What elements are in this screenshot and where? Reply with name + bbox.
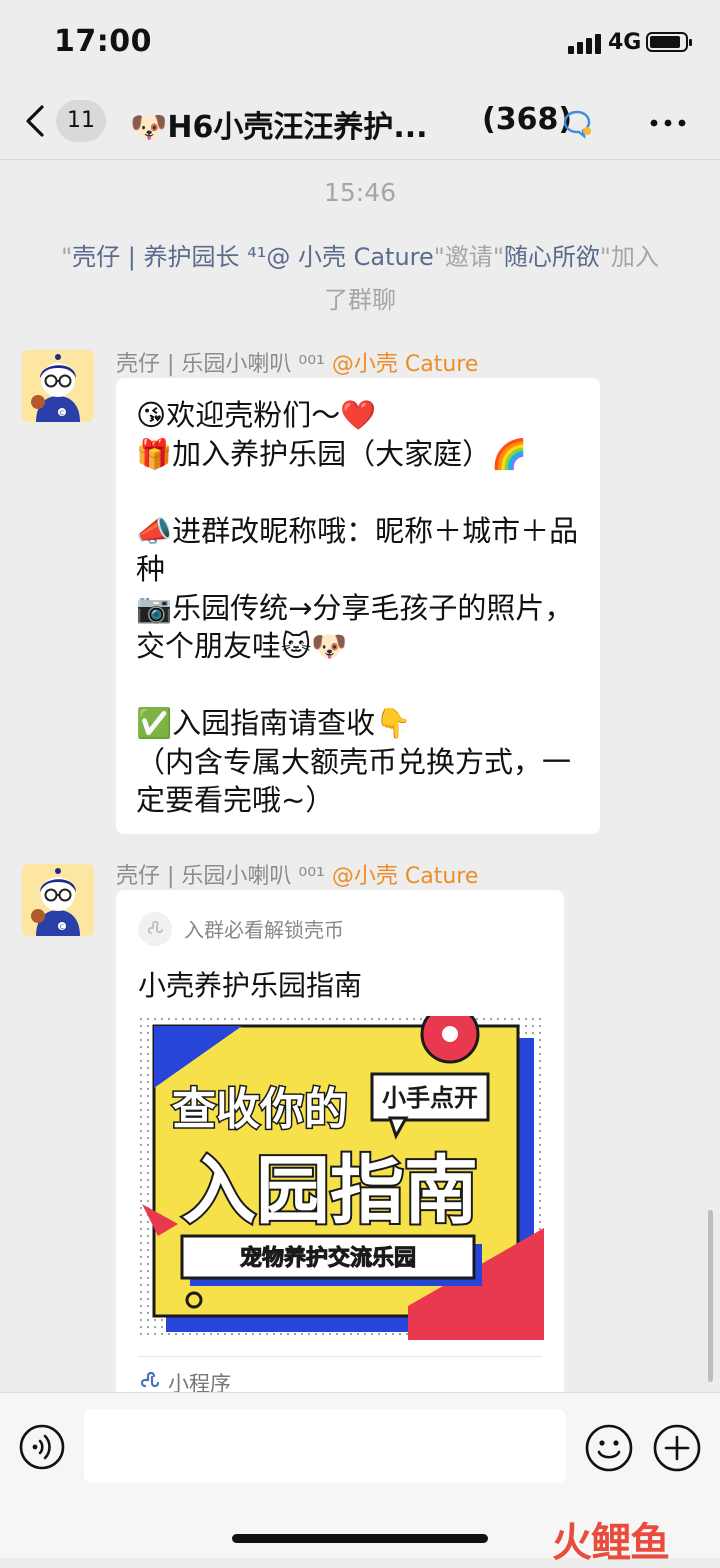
mini-program-icon [140, 1371, 160, 1388]
watermark-logo: 火鲤鱼 [552, 1520, 670, 1566]
back-button[interactable]: 11 [24, 100, 114, 142]
system-message: "壳仔 | 养护园长 ⁴¹@ 小壳 Cature"邀请"随心所欲"加入了群聊 [61, 243, 659, 314]
emoji-button[interactable] [584, 1423, 634, 1473]
plus-icon [653, 1424, 701, 1472]
home-indicator[interactable] [232, 1534, 488, 1543]
chat-title[interactable]: 🐶H6小壳汪汪养护... [130, 102, 460, 146]
card-divider [138, 1356, 542, 1357]
more-icon [650, 119, 686, 127]
unread-badge: 11 [56, 100, 106, 142]
signal-icon [568, 32, 602, 54]
poster-headline: 查收你的 [172, 1084, 348, 1135]
card-poster-image[interactable]: 查收你的 小手点开 入园指南 宠物养护交流乐园 [138, 1016, 546, 1340]
sender-at-tag: @小壳 Cature [331, 864, 479, 889]
poster-badge: 小手点开 [382, 1084, 478, 1112]
emoji-icon [585, 1424, 633, 1472]
invitee-link[interactable]: 随心所欲 [504, 243, 600, 271]
avatar-cartoon-icon: C [22, 864, 94, 936]
card-title: 小壳养护乐园指南 [138, 969, 363, 1002]
avatar[interactable]: C [22, 864, 94, 936]
svg-text:C: C [60, 924, 64, 931]
chat-area[interactable]: 15:46 "壳仔 | 养护园长 ⁴¹@ 小壳 Cature"邀请"随心所欲"加… [0, 160, 720, 1392]
more-button[interactable] [648, 108, 688, 138]
message-text: 😘欢迎壳粉们～❤️ 🎁加入养护乐园（大家庭）🌈 📣进群改昵称哦：昵称＋城市＋品种… [136, 398, 579, 817]
sender-name: 壳仔 | 乐园小喇叭 ⁰⁰¹ @小壳 Cature [116, 352, 479, 377]
plus-button[interactable] [652, 1423, 702, 1473]
voice-icon [19, 1424, 65, 1470]
status-time: 17:00 [54, 24, 152, 59]
inviter-link[interactable]: 壳仔 | 养护园长 ⁴¹@ 小壳 Cature [72, 243, 434, 271]
message-timestamp: 15:46 [323, 178, 397, 207]
message-bubble[interactable]: 😘欢迎壳粉们～❤️ 🎁加入养护乐园（大家庭）🌈 📣进群改昵称哦：昵称＋城市＋品种… [116, 378, 600, 834]
message-input[interactable] [84, 1409, 566, 1483]
voice-button[interactable] [18, 1423, 66, 1471]
battery-icon [646, 32, 692, 52]
avatar-cartoon-icon: C [22, 350, 94, 422]
status-bar: 17:00 4G [0, 0, 720, 84]
poster-banner: 宠物养护交流乐园 [240, 1245, 416, 1271]
card-footer-label: 小程序 [168, 1372, 231, 1392]
poster-title: 入园指南 [182, 1148, 478, 1234]
network-label: 4G [608, 30, 642, 55]
mini-program-card[interactable]: 入群必看解锁壳币 小壳养护乐园指南 查收你的 小手点开 入园指南 宠物养护交流乐… [116, 890, 564, 1392]
sender-name: 壳仔 | 乐园小喇叭 ⁰⁰¹ @小壳 Cature [116, 864, 479, 889]
scrollbar[interactable] [708, 1210, 713, 1382]
nav-bar: 11 🐶H6小壳汪汪养护... (368) [0, 84, 720, 160]
member-count: (368) [482, 102, 573, 137]
svg-text:C: C [60, 410, 64, 417]
card-source: 入群必看解锁壳币 [184, 918, 344, 942]
sender-at-tag: @小壳 Cature [331, 352, 479, 377]
avatar[interactable]: C [22, 350, 94, 422]
mini-program-logo-icon [138, 912, 172, 946]
group-chat-icon [563, 110, 591, 139]
back-chevron-icon [26, 105, 44, 137]
